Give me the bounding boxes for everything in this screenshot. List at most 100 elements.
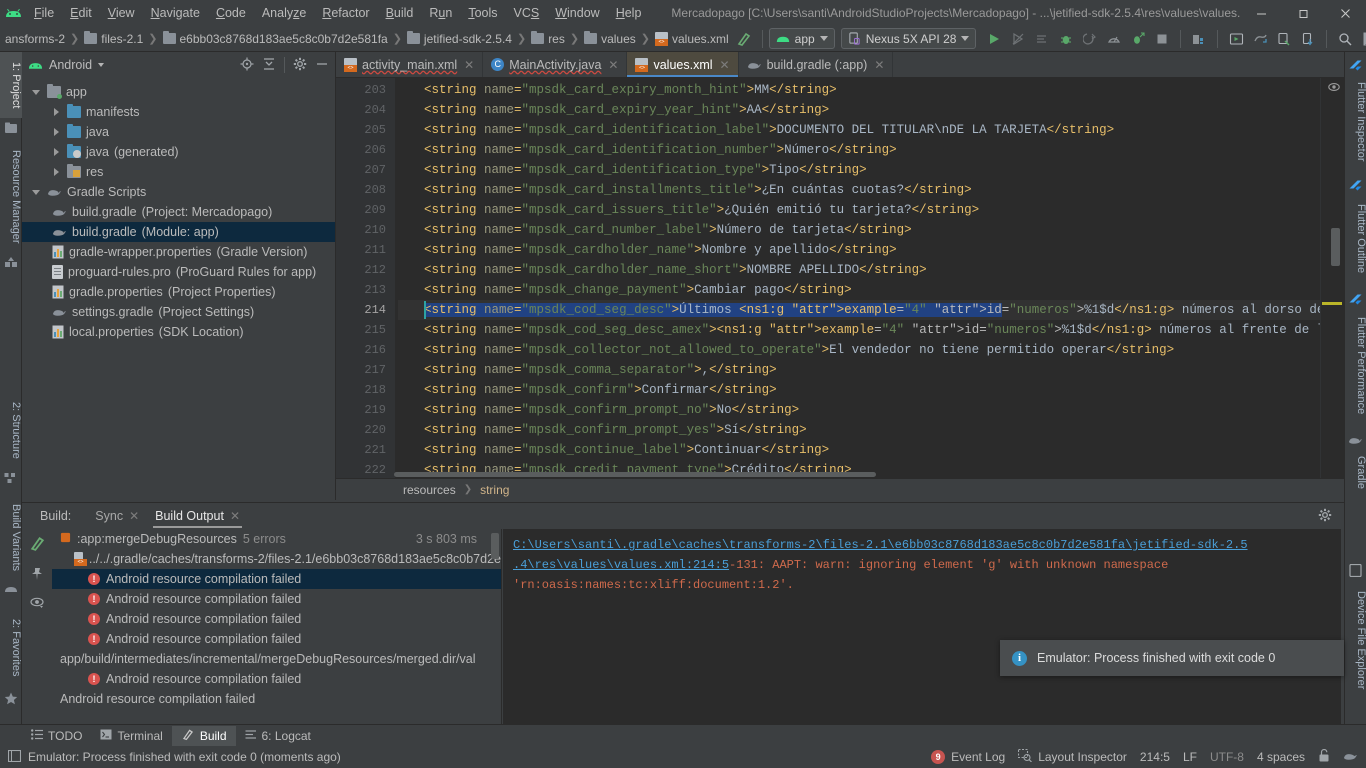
build-tree-path[interactable]: app/build/intermediates/incremental/merg…	[52, 649, 501, 669]
lock-icon[interactable]	[1318, 749, 1330, 765]
inspections-eye-icon[interactable]	[1328, 81, 1340, 93]
build-tree-scrollbar-thumb[interactable]	[491, 533, 499, 559]
vertical-scrollbar-thumb[interactable]	[1331, 228, 1340, 266]
code-line[interactable]: <string name="mpsdk_change_payment">Camb…	[398, 280, 1320, 300]
stop-button[interactable]	[1150, 28, 1174, 50]
build-tab-sync[interactable]: Sync ✕	[87, 506, 147, 526]
file-encoding[interactable]: UTF-8	[1210, 750, 1244, 764]
code-lines[interactable]: <string name="mpsdk_card_expiry_month_hi…	[398, 78, 1320, 478]
menu-window[interactable]: Window	[547, 3, 607, 23]
tree-item-app[interactable]: app	[22, 82, 335, 102]
breadcrumb-string[interactable]: string	[477, 482, 512, 498]
tab-mainactivity-java[interactable]: C MainActivity.java ✕	[483, 52, 628, 77]
close-icon[interactable]: ✕	[230, 509, 240, 523]
project-view-selector[interactable]: Android	[49, 58, 92, 72]
code-line[interactable]: <string name="mpsdk_continue_label">Cont…	[398, 440, 1320, 460]
search-icon[interactable]	[1333, 28, 1357, 50]
build-hammer-icon[interactable]	[29, 535, 46, 555]
tree-item-java-generated[interactable]: java (generated)	[22, 142, 335, 162]
breadcrumb-resources[interactable]: resources	[400, 482, 459, 498]
debug-button[interactable]	[1054, 28, 1078, 50]
layout-inspector-button[interactable]: Layout Inspector	[1018, 748, 1127, 765]
menu-code[interactable]: Code	[208, 3, 254, 23]
build-error-detail[interactable]: C:\Users\santi\.gradle\caches\transforms…	[503, 529, 1340, 726]
bottom-item-todo[interactable]: TODO	[22, 727, 91, 745]
close-icon[interactable]: ✕	[720, 58, 730, 72]
hide-panel-icon[interactable]	[315, 57, 329, 74]
apply-changes-button[interactable]	[1006, 28, 1030, 50]
code-line[interactable]: <string name="mpsdk_cardholder_name">Nom…	[398, 240, 1320, 260]
sidebar-item-structure[interactable]: 2: Structure	[0, 392, 22, 468]
sidebar-item-device-file-explorer[interactable]: Device File Explorer	[1345, 580, 1366, 700]
avd-manager-button[interactable]	[1224, 28, 1248, 50]
code-line[interactable]: <string name="mpsdk_collector_not_allowe…	[398, 340, 1320, 360]
build-tree-error[interactable]: ! Android resource compilation failed	[52, 609, 501, 629]
profiler-button[interactable]	[1102, 28, 1126, 50]
tree-item-manifests[interactable]: manifests	[22, 102, 335, 122]
code-line[interactable]: <string name="mpsdk_comma_separator">,</…	[398, 360, 1320, 380]
line-separator[interactable]: LF	[1183, 750, 1197, 764]
build-tree-file[interactable]: ../../.gradle/caches/transforms-2/files-…	[52, 549, 501, 569]
menu-vcs[interactable]: VCS	[506, 3, 548, 23]
caret-position[interactable]: 214:5	[1140, 750, 1170, 764]
warning-marker[interactable]	[1322, 302, 1342, 305]
menu-analyze[interactable]: Analyze	[254, 3, 314, 23]
menu-run[interactable]: Run	[421, 3, 460, 23]
gradle-status-icon[interactable]	[1343, 749, 1358, 765]
sidebar-item-resource-manager[interactable]: Resource Manager	[0, 142, 22, 252]
tree-item-local-properties[interactable]: local.properties (SDK Location)	[22, 322, 335, 342]
chevron-right-icon[interactable]	[52, 127, 62, 137]
build-tree-summary[interactable]: Android resource compilation failed	[52, 689, 501, 709]
menu-help[interactable]: Help	[608, 3, 650, 23]
error-file-link[interactable]: C:\Users\santi\.gradle\caches\transforms…	[513, 538, 1248, 552]
menu-build[interactable]: Build	[378, 3, 422, 23]
tree-item-gradle-wrapper-properties[interactable]: gradle-wrapper.properties (Gradle Versio…	[22, 242, 335, 262]
minimize-button[interactable]	[1240, 0, 1282, 26]
sidebar-item-gradle[interactable]: Gradle	[1345, 448, 1366, 498]
tree-item-settings-gradle[interactable]: settings.gradle (Project Settings)	[22, 302, 335, 322]
bottom-item-build[interactable]: Build	[171, 725, 236, 746]
breadcrumb-item-5[interactable]: values	[581, 30, 639, 48]
breadcrumb-item-2[interactable]: e6bb03c8768d183ae5c8c0b7d2e581fa	[160, 30, 391, 48]
code-line-current[interactable]: <string name="mpsdk_cod_seg_desc">Último…	[398, 300, 1320, 320]
close-icon[interactable]: ✕	[129, 509, 139, 523]
chevron-right-icon[interactable]	[52, 107, 62, 117]
event-log-button[interactable]: 9 Event Log	[931, 750, 1005, 764]
tab-values-xml[interactable]: values.xml ✕	[627, 52, 739, 77]
close-icon[interactable]: ✕	[464, 58, 474, 72]
run-button[interactable]	[982, 28, 1006, 50]
code-line[interactable]: <string name="mpsdk_card_identification_…	[398, 160, 1320, 180]
code-editor[interactable]: 203 204 205 206 207 208 209 210 211 212 …	[336, 78, 1344, 478]
sidebar-item-flutter-outline[interactable]: Flutter Outline	[1345, 196, 1366, 282]
horizontal-scrollbar[interactable]	[394, 471, 1320, 478]
marker-gutter[interactable]	[1320, 78, 1344, 478]
code-line[interactable]: <string name="mpsdk_cardholder_name_shor…	[398, 260, 1320, 280]
tab-build-gradle-app[interactable]: build.gradle (:app) ✕	[739, 52, 894, 77]
sidebar-item-flutter-performance[interactable]: Flutter Performance	[1345, 310, 1366, 422]
debug-attach-button[interactable]	[1078, 28, 1102, 50]
tree-item-gradle-properties[interactable]: gradle.properties (Project Properties)	[22, 282, 335, 302]
breadcrumb-item-0[interactable]: ansforms-2	[2, 30, 68, 48]
gear-icon[interactable]	[293, 57, 307, 74]
code-line[interactable]: <string name="mpsdk_card_number_label">N…	[398, 220, 1320, 240]
project-tree[interactable]: app manifests java java (generated) res …	[22, 80, 335, 500]
chevron-down-icon[interactable]	[32, 87, 42, 97]
apply-code-changes-button[interactable]	[1030, 28, 1054, 50]
breadcrumb-item-4[interactable]: res	[528, 30, 568, 48]
breadcrumb-item-6[interactable]: values.xml	[652, 30, 732, 48]
code-line[interactable]: <string name="mpsdk_confirm_prompt_yes">…	[398, 420, 1320, 440]
chevron-right-icon[interactable]	[52, 167, 62, 177]
code-line[interactable]: <string name="mpsdk_cod_seg_desc_amex"><…	[398, 320, 1320, 340]
error-file-link-cont[interactable]: .4\res\values\values.xml:214:5	[513, 558, 729, 572]
collapse-all-icon[interactable]	[262, 57, 276, 74]
make-project-button[interactable]	[732, 28, 756, 50]
code-line[interactable]: <string name="mpsdk_confirm">Confirmar</…	[398, 380, 1320, 400]
sidebar-item-build-variants[interactable]: Build Variants	[0, 496, 22, 580]
close-button[interactable]	[1324, 0, 1366, 26]
sidebar-item-favorites[interactable]: 2: Favorites	[0, 608, 22, 688]
build-tab-build-output[interactable]: Build Output ✕	[147, 506, 248, 528]
menu-file[interactable]: File	[26, 3, 62, 23]
bottom-item-terminal[interactable]: Terminal	[91, 727, 171, 745]
tree-item-res[interactable]: res	[22, 162, 335, 182]
device-file-explorer-button[interactable]	[1296, 28, 1320, 50]
